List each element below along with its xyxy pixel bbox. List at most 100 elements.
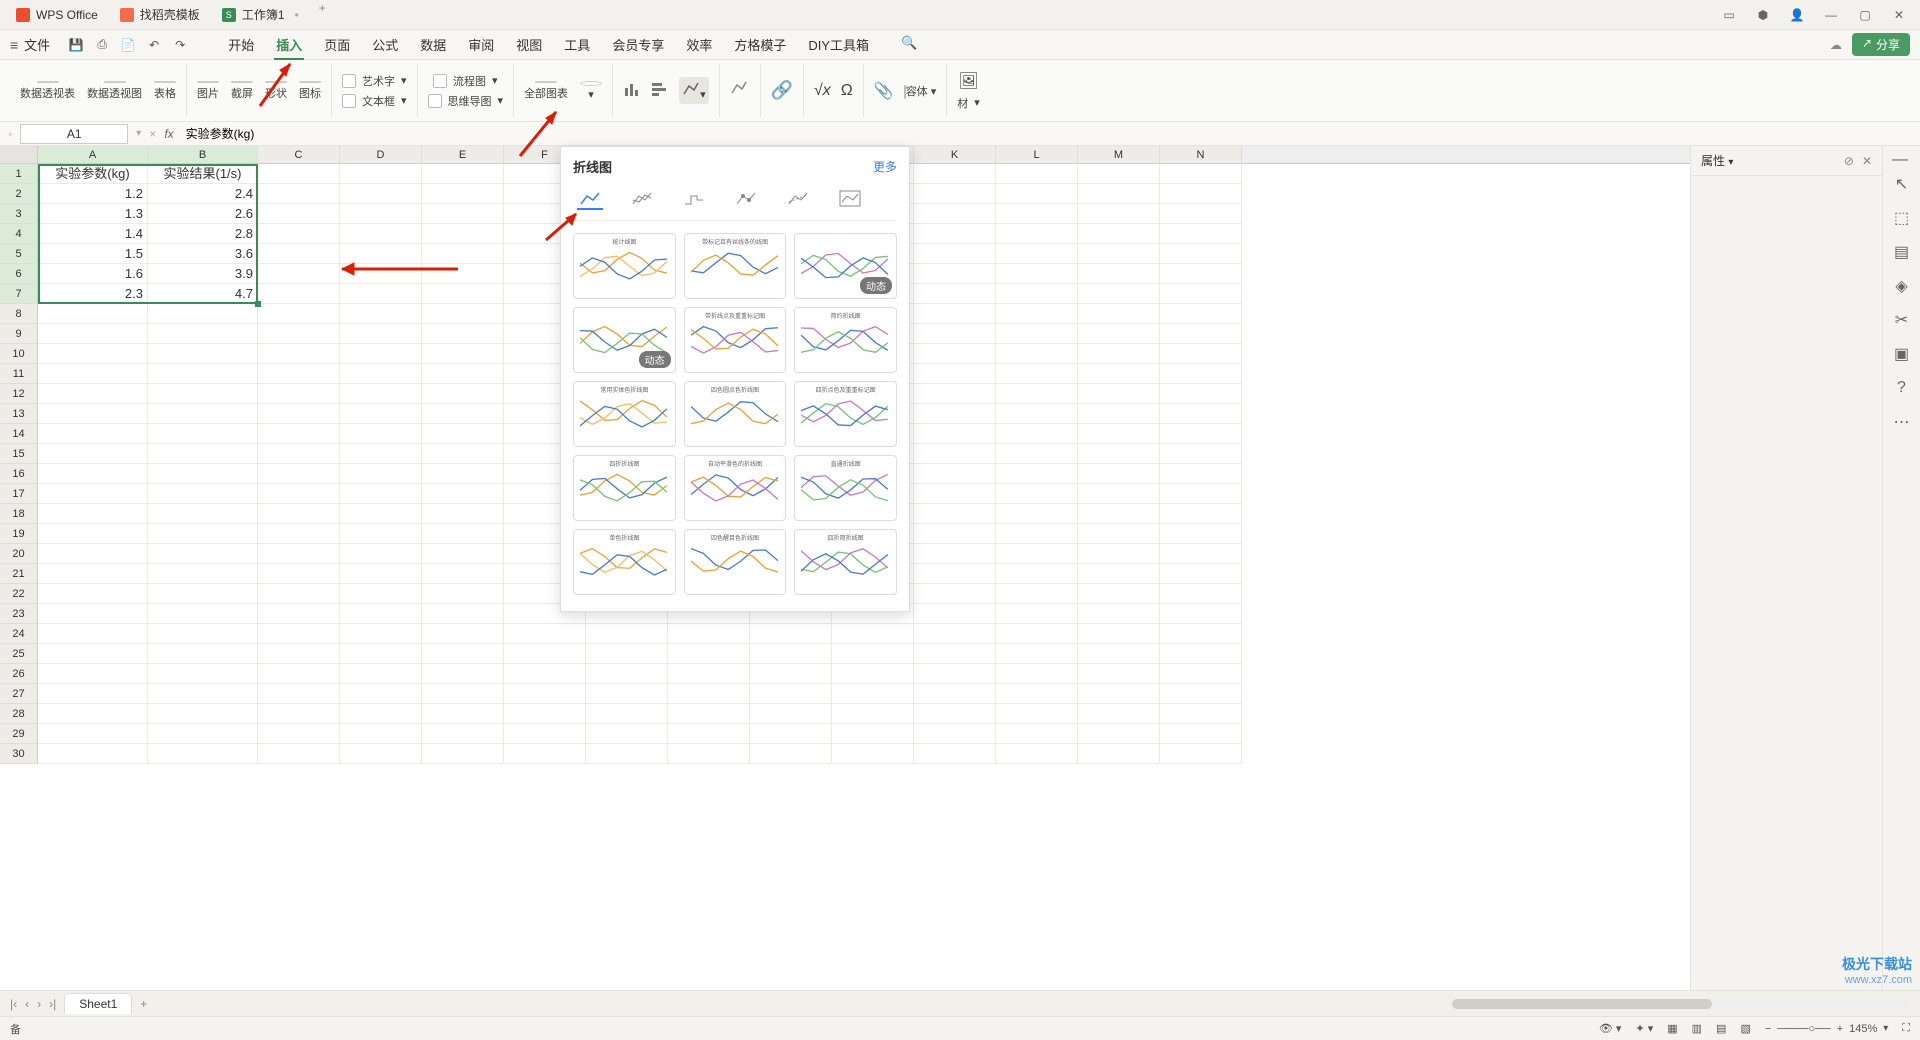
cell[interactable]: 实验结果(1/s) (148, 164, 258, 184)
row-header[interactable]: 29 (0, 724, 38, 744)
layout-icon[interactable]: ▭ (1720, 8, 1738, 22)
cell[interactable] (258, 504, 340, 524)
cell[interactable] (340, 224, 422, 244)
cell[interactable] (914, 224, 996, 244)
picture-button[interactable]: 图片 (197, 81, 219, 101)
selection-handle[interactable] (255, 301, 261, 307)
mindmap-button[interactable]: 思维导图 ▾ (428, 93, 504, 109)
name-box[interactable]: A1 (20, 124, 128, 144)
cell[interactable] (914, 404, 996, 424)
cell[interactable] (504, 684, 586, 704)
cell[interactable] (996, 404, 1078, 424)
cell[interactable] (148, 304, 258, 324)
col-header[interactable]: D (340, 146, 422, 163)
cell[interactable] (38, 664, 148, 684)
cell[interactable] (914, 384, 996, 404)
cell[interactable] (38, 304, 148, 324)
cell[interactable] (1078, 684, 1160, 704)
cell[interactable] (148, 624, 258, 644)
more-icon[interactable]: ⋯ (1892, 412, 1912, 432)
cell[interactable] (258, 644, 340, 664)
cell[interactable] (38, 624, 148, 644)
row-header[interactable]: 13 (0, 404, 38, 424)
cell[interactable] (422, 664, 504, 684)
cell[interactable] (914, 284, 996, 304)
cell[interactable]: 实验参数(kg) (38, 164, 148, 184)
attachment-icon[interactable]: 📎 (874, 81, 894, 101)
cloud-icon[interactable]: ☁ (1830, 38, 1842, 52)
cell[interactable] (996, 724, 1078, 744)
cell[interactable] (258, 384, 340, 404)
minimize-button[interactable]: — (1822, 8, 1840, 22)
row-header[interactable]: 19 (0, 524, 38, 544)
line-chart-icon[interactable]: ▾ (679, 77, 709, 104)
save-icon[interactable]: 💾 (68, 37, 84, 53)
hamburger-icon[interactable]: ≡ (10, 37, 18, 53)
chart-thumbnail[interactable]: 带折线点及重重标记图 (684, 307, 787, 373)
cell[interactable] (996, 604, 1078, 624)
icons-button[interactable]: 图标 (299, 81, 321, 101)
cell[interactable] (586, 684, 668, 704)
cell[interactable] (914, 584, 996, 604)
cell[interactable] (1160, 204, 1242, 224)
pivot-table-button[interactable]: 数据透视表 (20, 81, 75, 101)
cell[interactable] (668, 624, 750, 644)
cell[interactable] (914, 324, 996, 344)
cell[interactable] (258, 364, 340, 384)
cell[interactable] (914, 304, 996, 324)
cell[interactable] (668, 664, 750, 684)
col-header[interactable]: N (1160, 146, 1242, 163)
cell[interactable] (340, 584, 422, 604)
cell[interactable] (38, 384, 148, 404)
cell[interactable] (422, 624, 504, 644)
row-header[interactable]: 9 (0, 324, 38, 344)
chart-tool-icon[interactable]: ▣ (1892, 344, 1912, 364)
cell[interactable] (340, 744, 422, 764)
cell[interactable] (1078, 664, 1160, 684)
cell[interactable] (38, 744, 148, 764)
material-icon[interactable]: 🖼 (958, 71, 978, 91)
cell[interactable] (422, 484, 504, 504)
horizontal-scrollbar[interactable] (155, 999, 1910, 1009)
cell[interactable] (996, 184, 1078, 204)
line-type-trend[interactable] (785, 190, 811, 210)
cell[interactable] (422, 224, 504, 244)
spreadsheet[interactable]: A B C D E F G H I J K L M N 1实验参数(kg)实验结… (0, 146, 1690, 990)
cell[interactable] (148, 464, 258, 484)
fullscreen-icon[interactable]: ⛶ (1902, 1022, 1910, 1035)
cell[interactable] (1160, 424, 1242, 444)
cell[interactable] (1160, 564, 1242, 584)
cell[interactable] (258, 264, 340, 284)
app-tab-workbook[interactable]: S 工作簿1 • (212, 1, 309, 29)
cell[interactable] (1160, 304, 1242, 324)
chart-thumbnail[interactable]: 四色圆点色折线图 (684, 381, 787, 447)
pivot-chart-button[interactable]: 数据透视图 (87, 81, 142, 101)
row-header[interactable]: 2 (0, 184, 38, 204)
cell[interactable]: 1.5 (38, 244, 148, 264)
cell[interactable] (148, 384, 258, 404)
pin-icon[interactable]: ⊘ (1844, 154, 1854, 168)
cell[interactable] (668, 644, 750, 664)
col-header[interactable]: K (914, 146, 996, 163)
cell[interactable] (1078, 624, 1160, 644)
cell[interactable] (996, 744, 1078, 764)
cell[interactable] (996, 324, 1078, 344)
cell[interactable] (422, 284, 504, 304)
cell[interactable] (340, 604, 422, 624)
cell[interactable]: 2.4 (148, 184, 258, 204)
cell[interactable] (1160, 444, 1242, 464)
cell[interactable] (422, 244, 504, 264)
close-button[interactable]: ✕ (1890, 8, 1908, 22)
cell[interactable] (340, 644, 422, 664)
cell[interactable] (1160, 384, 1242, 404)
cell[interactable] (258, 404, 340, 424)
cell[interactable] (340, 164, 422, 184)
cell[interactable] (914, 724, 996, 744)
cell[interactable] (340, 384, 422, 404)
cell[interactable] (1078, 604, 1160, 624)
cell[interactable] (258, 704, 340, 724)
cell[interactable] (914, 684, 996, 704)
cell[interactable] (258, 744, 340, 764)
chevron-down-icon[interactable]: ▾ (1728, 157, 1733, 168)
chart-thumbnail[interactable]: 简约折线图 (794, 307, 897, 373)
